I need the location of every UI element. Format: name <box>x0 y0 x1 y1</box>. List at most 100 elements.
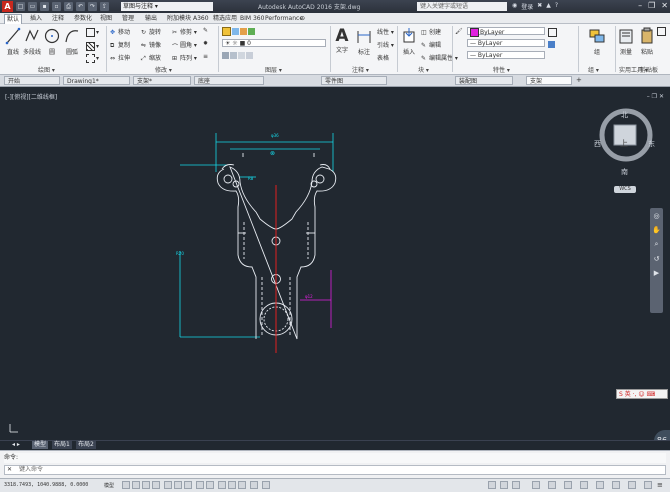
rotate-tool[interactable]: ↻ 旋转 <box>141 27 161 36</box>
polyline-tool[interactable]: 多段线 <box>23 27 41 56</box>
object-snap-icon[interactable] <box>206 481 214 489</box>
new-file-icon[interactable]: □ <box>16 2 25 11</box>
text-tool[interactable]: A 文字 <box>333 27 351 54</box>
tab-bim360[interactable]: BIM 360 <box>240 14 264 23</box>
exchange-icon[interactable]: ✖ <box>537 2 542 11</box>
quick-properties-icon[interactable] <box>580 481 588 489</box>
signin-link[interactable]: 登录 <box>521 2 533 11</box>
explode-tool[interactable]: ✸ <box>203 40 211 47</box>
autodesk-icon[interactable]: ▲ <box>546 2 551 11</box>
ribbon-toggle-icon[interactable]: ⊝ <box>300 14 305 23</box>
hardware-acceleration-icon[interactable] <box>628 481 636 489</box>
ortho-toggle-icon[interactable] <box>164 481 172 489</box>
copy-tool[interactable]: ⧉ 复制 <box>110 40 130 49</box>
auto-scale-icon[interactable] <box>512 481 520 489</box>
open-file-icon[interactable]: ▭ <box>28 2 37 11</box>
object-snap-tracking-icon[interactable] <box>196 481 204 489</box>
orbit-icon[interactable]: ↺ <box>650 255 663 263</box>
transparency-icon[interactable] <box>228 481 236 489</box>
save-as-icon[interactable]: ▫ <box>52 2 61 11</box>
rectangle-tool[interactable]: ▾ <box>86 28 99 37</box>
doc-tab[interactable]: 底座 <box>194 76 264 85</box>
block-panel-label[interactable]: 块 ▾ <box>418 65 429 74</box>
save-icon[interactable]: ▪ <box>40 2 49 11</box>
maximize-button[interactable]: ❐ <box>648 1 655 10</box>
hatch-tool[interactable]: ▾ <box>86 42 99 51</box>
layer-properties-tool[interactable] <box>222 27 256 36</box>
polar-toggle-icon[interactable] <box>174 481 182 489</box>
mirror-tool[interactable]: ⇋ 镜像 <box>141 40 161 49</box>
color-dropdown[interactable]: ByLayer <box>467 27 545 37</box>
command-input[interactable]: ✕ 键入命令 <box>4 465 666 475</box>
line-tool[interactable]: 直线 <box>4 27 22 56</box>
snap-toggle-icon[interactable] <box>132 481 140 489</box>
redo-icon[interactable]: ↷ <box>88 2 97 11</box>
pan-icon[interactable]: ✋ <box>650 226 663 234</box>
array-tool[interactable]: ⊞ 阵列 ▾ <box>172 53 197 62</box>
table-tool[interactable]: 表格 <box>377 53 389 62</box>
infer-constraints-icon[interactable] <box>142 481 150 489</box>
lineweight-toggle-icon[interactable] <box>218 481 226 489</box>
edit-block-tool[interactable]: ✎ 编辑 <box>421 40 441 49</box>
tab-default[interactable]: 默认 <box>4 14 23 24</box>
groups-panel-label[interactable]: 组 ▾ <box>588 65 599 74</box>
cursor-coordinates[interactable]: 3318.7493, 1040.9888, 0.0000 <box>4 482 88 488</box>
modify-panel-label[interactable]: 修改 ▾ <box>155 65 172 74</box>
paste-tool[interactable]: 粘贴 <box>638 27 656 56</box>
insert-block-tool[interactable]: 插入 <box>400 27 418 56</box>
share-icon[interactable]: ⇪ <box>100 2 109 11</box>
move-tool[interactable]: ✥ 移动 <box>110 27 130 36</box>
tab-a360[interactable]: A360 <box>193 14 209 23</box>
steering-wheel-icon[interactable]: ◎ <box>650 212 663 220</box>
linetype-dropdown[interactable]: — ByLayer <box>467 51 545 59</box>
draw-panel-label[interactable]: 绘图 ▾ <box>38 65 55 74</box>
match-properties-tool[interactable]: 🖌 <box>455 28 463 35</box>
lock-ui-icon[interactable] <box>596 481 604 489</box>
layer-dropdown[interactable]: ☀ ☼ ■ 0 <box>222 39 326 47</box>
doc-tab[interactable]: 零件图 <box>321 76 387 85</box>
layer-tools-row[interactable] <box>222 52 254 59</box>
stretch-tool[interactable]: ⇔ 拉伸 <box>110 53 130 62</box>
doc-tab[interactable]: 装配图 <box>455 76 513 85</box>
dimension-tool[interactable]: 标注 <box>355 27 373 56</box>
command-close-icon[interactable]: ✕ <box>7 466 12 474</box>
fillet-tool[interactable]: ⌒ 圆角 ▾ <box>172 40 197 51</box>
viewcube-north[interactable]: 北 <box>621 110 628 120</box>
annotation-scale-icon[interactable] <box>488 481 496 489</box>
lineweight-dropdown[interactable]: — ByLayer <box>467 39 545 47</box>
viewcube-south[interactable]: 南 <box>621 167 628 177</box>
viewcube-west[interactable]: 西 <box>594 139 601 149</box>
properties-palette-tool[interactable] <box>548 41 556 48</box>
arc-tool[interactable]: 圆弧 <box>63 27 81 56</box>
tab-insert[interactable]: 插入 <box>30 14 42 23</box>
offset-tool[interactable]: ≡ <box>203 53 211 60</box>
isodraft-icon[interactable] <box>184 481 192 489</box>
clean-screen-icon[interactable] <box>644 481 652 489</box>
tab-addins[interactable]: 附加模块 <box>167 14 191 23</box>
customization-menu-icon[interactable]: ≡ <box>657 481 663 489</box>
selection-cycling-icon[interactable] <box>238 481 246 489</box>
erase-tool[interactable]: ✎ <box>203 27 211 34</box>
drawing-viewport[interactable]: [-][俯视][二维线框] – ❐ ✕ φ36 ⊗ R8 R20 φ12 北 南… <box>0 87 670 440</box>
group-tool[interactable]: 组 <box>582 27 612 56</box>
leader-tool[interactable]: 引线 ▾ <box>377 40 394 49</box>
navigation-bar[interactable]: ◎ ✋ ⌕ ↺ ▶ <box>650 208 663 313</box>
doc-tab-active[interactable]: 支架 <box>526 76 572 85</box>
doc-tab[interactable]: 支架* <box>133 76 191 85</box>
linear-dim-tool[interactable]: 线性 ▾ <box>377 27 394 36</box>
annotation-panel-label[interactable]: 注释 ▾ <box>352 65 369 74</box>
viewcube-east[interactable]: 东 <box>648 139 655 149</box>
print-icon[interactable]: ⎙ <box>64 2 73 11</box>
workspace-dropdown[interactable]: 草图与注释 ▾ <box>121 2 213 11</box>
showmotion-icon[interactable]: ▶ <box>650 269 663 277</box>
measure-tool[interactable]: 测量 <box>617 27 635 56</box>
dynamic-ucs-icon[interactable] <box>262 481 270 489</box>
scale-tool[interactable]: ⤢ 缩放 <box>141 53 161 62</box>
tab-view[interactable]: 视图 <box>100 14 112 23</box>
tab-annotate[interactable]: 注释 <box>52 14 64 23</box>
region-tool[interactable]: ▾ <box>86 54 99 63</box>
clipboard-panel-label[interactable]: 剪贴板 <box>640 65 658 74</box>
zoom-icon[interactable]: ⌕ <box>650 240 663 249</box>
new-tab-icon[interactable]: + <box>576 76 582 84</box>
isolate-objects-icon[interactable] <box>612 481 620 489</box>
